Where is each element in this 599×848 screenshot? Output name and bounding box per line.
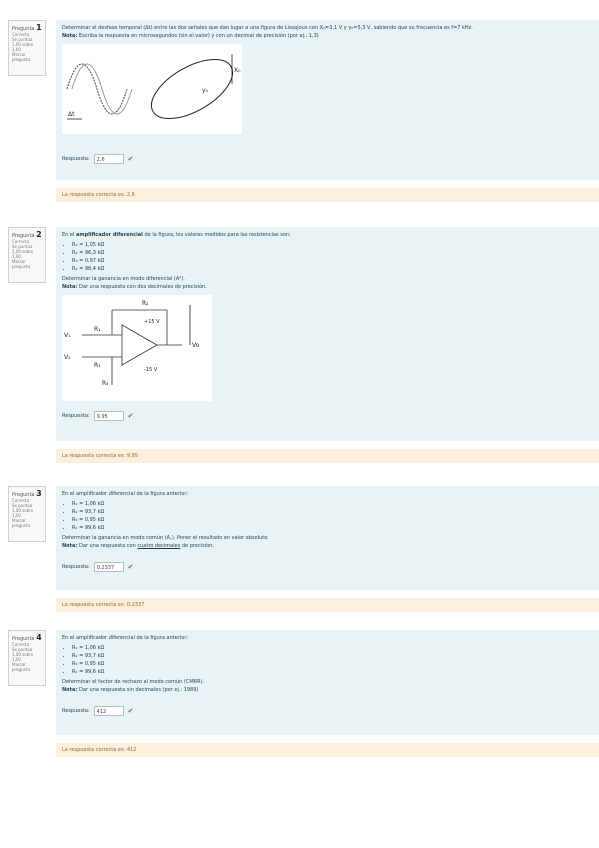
- correct-check-icon: ✔: [127, 563, 134, 571]
- question-note: Nota: Dar una respuesta con dos decimale…: [62, 284, 207, 290]
- flag-question-link[interactable]: Marcar pregunta: [12, 662, 42, 672]
- answer-input[interactable]: 412: [93, 706, 124, 716]
- answer-row: Respuesta: 0,2337 ✔: [62, 562, 593, 572]
- question-formulation: En el amplificador diferencial de la fig…: [56, 486, 599, 590]
- question-2: Pregunta 2 Correcta Se puntúa 1,00 sobre…: [8, 227, 599, 467]
- question-formulation: Determinar el desfase temporal (Δt) entr…: [56, 20, 599, 180]
- question-info: Pregunta 4 Correcta Se puntúa 1,00 sobre…: [8, 630, 46, 686]
- answer-label: Respuesta:: [62, 156, 90, 162]
- answer-input[interactable]: 2,6: [93, 154, 124, 164]
- list-item: R₁ = 1,06 kΩ: [72, 500, 593, 508]
- lissajous-figure: Δt X₀ y₀: [62, 44, 242, 134]
- list-item: R₄ = 99,6 kΩ: [72, 668, 593, 676]
- vo-label: Vo: [192, 342, 200, 349]
- list-item: R₃ = 0,97 kΩ: [72, 257, 593, 265]
- list-item: R₄ = 98,4 kΩ: [72, 265, 593, 273]
- r1-label: R₁: [94, 326, 101, 333]
- list-item: R₄ = 99,6 kΩ: [72, 524, 593, 532]
- question-note: Nota: Escriba la respuesta en microsegun…: [62, 33, 319, 39]
- question-info: Pregunta 1 Correcta Se puntúa 1,00 sobre…: [8, 20, 46, 76]
- flag-question-link[interactable]: Marcar pregunta: [12, 52, 42, 62]
- x0-label: X₀: [234, 67, 241, 74]
- list-item: R₃ = 0,95 kΩ: [72, 660, 593, 668]
- r4-label: R₄: [102, 380, 109, 387]
- question-note: Nota: Dar una respuesta con cuatro decim…: [62, 543, 214, 549]
- question-text: Determinar el desfase temporal (Δt) entr…: [62, 25, 473, 31]
- y0-label: y₀: [202, 87, 209, 94]
- question-score: Se puntúa 1,00 sobre 1,00: [12, 647, 34, 662]
- question-text: En el amplificador diferencial de la fig…: [62, 232, 291, 238]
- flag-question-link[interactable]: Marcar pregunta: [12, 259, 42, 269]
- v2-label: V₂: [64, 354, 71, 361]
- r2-label: R₂: [142, 300, 149, 307]
- feedback-box: La respuesta correcta es: 2,6: [56, 188, 599, 202]
- question-score: Se puntúa 1,00 sobre 1,00: [12, 503, 34, 518]
- vpos-label: +15 V: [144, 319, 160, 325]
- question-prompt: Determinar la ganancia en modo diferenci…: [62, 276, 185, 282]
- diff-amp-circuit: R₂ R₁ R₃ R₄ V₁ V₂ Vo +15 V -15 V: [62, 295, 212, 401]
- question-1: Pregunta 1 Correcta Se puntúa 1,00 sobre…: [8, 20, 599, 210]
- answer-input[interactable]: 0,2337: [93, 562, 124, 572]
- answer-label: Respuesta:: [62, 708, 90, 714]
- list-item: R₁ = 1,05 kΩ: [72, 241, 593, 249]
- question-number: Pregunta 4: [12, 633, 42, 642]
- answer-row: Respuesta: 412 ✔: [62, 706, 593, 716]
- feedback-box: La respuesta correcta es: 0,2337: [56, 598, 599, 612]
- correct-check-icon: ✔: [127, 155, 134, 163]
- question-text: En el amplificador diferencial de la fig…: [62, 635, 188, 641]
- v1-label: V₁: [64, 332, 71, 339]
- resistor-list: R₁ = 1,06 kΩ R₂ = 93,7 kΩ R₃ = 0,95 kΩ R…: [62, 500, 593, 532]
- question-text: En el amplificador diferencial de la fig…: [62, 491, 188, 497]
- question-formulation: En el amplificador diferencial de la fig…: [56, 630, 599, 735]
- question-note: Nota: Dar una respuesta sin decimales (p…: [62, 687, 199, 693]
- question-number: Pregunta 1: [12, 23, 42, 32]
- question-formulation: En el amplificador diferencial de la fig…: [56, 227, 599, 441]
- resistor-list: R₁ = 1,06 kΩ R₂ = 93,7 kΩ R₃ = 0,95 kΩ R…: [62, 644, 593, 676]
- question-prompt: Determinar la ganancia en modo común (A꜀…: [62, 535, 269, 541]
- answer-row: Respuesta: 2,6 ✔: [62, 154, 593, 164]
- question-info: Pregunta 3 Correcta Se puntúa 1,00 sobre…: [8, 486, 46, 542]
- vneg-label: -15 V: [144, 367, 158, 373]
- answer-label: Respuesta:: [62, 564, 90, 570]
- answer-row: Respuesta: 9,95 ✔: [62, 411, 593, 421]
- list-item: R₂ = 96,3 kΩ: [72, 249, 593, 257]
- r3-label: R₃: [94, 362, 101, 369]
- list-item: R₃ = 0,95 kΩ: [72, 516, 593, 524]
- list-item: R₂ = 93,7 kΩ: [72, 652, 593, 660]
- correct-check-icon: ✔: [127, 707, 134, 715]
- feedback-box: La respuesta correcta es: 412: [56, 743, 599, 757]
- resistor-list: R₁ = 1,05 kΩ R₂ = 96,3 kΩ R₃ = 0,97 kΩ R…: [62, 241, 593, 273]
- question-info: Pregunta 2 Correcta Se puntúa 1,00 sobre…: [8, 227, 46, 283]
- feedback-box: La respuesta correcta es: 9,95: [56, 449, 599, 463]
- question-number: Pregunta 2: [12, 230, 42, 239]
- question-score: Se puntúa 1,00 sobre 1,00: [12, 244, 34, 259]
- question-3: Pregunta 3 Correcta Se puntúa 1,00 sobre…: [8, 486, 599, 616]
- question-score: Se puntúa 1,00 sobre 1,00: [12, 37, 34, 52]
- delta-t-label: Δt: [68, 111, 75, 118]
- flag-question-link[interactable]: Marcar pregunta: [12, 518, 42, 528]
- answer-label: Respuesta:: [62, 413, 90, 419]
- question-prompt: Determinar el factor de rechazo al modo …: [62, 679, 205, 685]
- question-4: Pregunta 4 Correcta Se puntúa 1,00 sobre…: [8, 630, 599, 765]
- question-number: Pregunta 3: [12, 489, 42, 498]
- list-item: R₂ = 93,7 kΩ: [72, 508, 593, 516]
- correct-check-icon: ✔: [127, 412, 134, 420]
- list-item: R₁ = 1,06 kΩ: [72, 644, 593, 652]
- answer-input[interactable]: 9,95: [93, 411, 124, 421]
